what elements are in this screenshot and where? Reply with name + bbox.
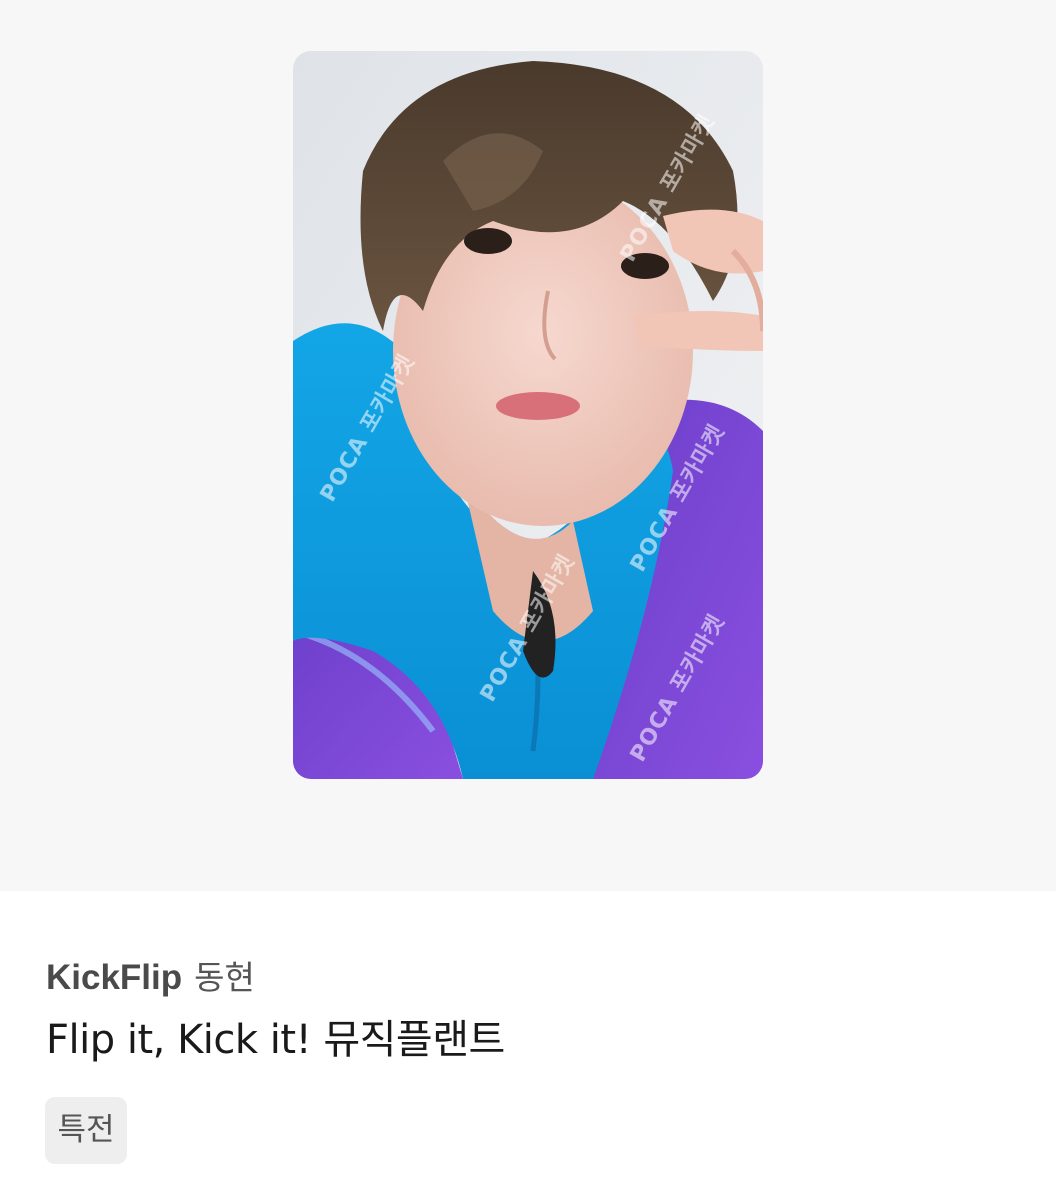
- tag-badge: 특전: [45, 1097, 127, 1164]
- artist-row: KickFlip 동현: [46, 958, 255, 998]
- member-name: 동현: [194, 958, 255, 997]
- product-image-area: POCA 포카마켓 POCA 포카마켓 POCA 포카마켓 POCA 포카마켓 …: [0, 0, 1056, 891]
- group-name[interactable]: KickFlip: [46, 958, 182, 997]
- product-title: Flip it, Kick it! 뮤직플랜트: [46, 1017, 505, 1063]
- photocard-image[interactable]: POCA 포카마켓 POCA 포카마켓 POCA 포카마켓 POCA 포카마켓 …: [293, 51, 763, 779]
